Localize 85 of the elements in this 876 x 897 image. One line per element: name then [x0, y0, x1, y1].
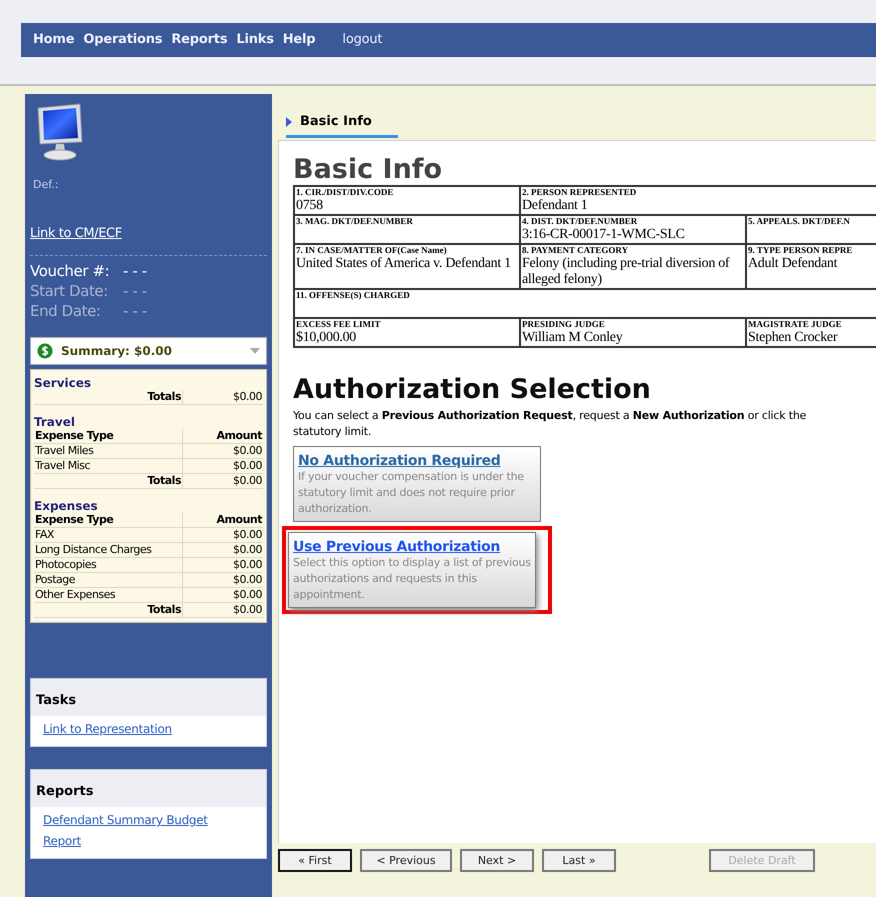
pager-button[interactable]: Next > [460, 849, 534, 872]
option-card[interactable]: No Authorization Required If your voucher compensation is under the statutory limit and does not require prior authorization. [293, 446, 541, 522]
field-label: MAGISTRATE JUDGE [748, 319, 843, 330]
voucher-label: Start Date: [30, 282, 109, 300]
field-label: 8. PAYMENT CATEGORY [522, 245, 630, 256]
table-cell: Long Distance Charges [34, 542, 182, 558]
field-value: $10,000.00 [296, 330, 358, 346]
field-value: 3:16-CR-00017-1-WMC-SLC [522, 227, 686, 243]
table-cell: $0.00 [182, 558, 263, 572]
defendant-label: Def.: [33, 178, 60, 191]
table-cell: $0.00 [182, 444, 263, 458]
voucher-value: - - - [123, 262, 147, 280]
section-heading: Authorization Selection [293, 374, 652, 406]
table-cell: $0.00 [182, 542, 263, 558]
logout-link[interactable]: logout [342, 32, 382, 47]
section-title: Services [34, 376, 92, 390]
field-label: PRESIDING JUDGE [522, 319, 606, 330]
summary-header[interactable]: Summary: $0.00 [30, 337, 267, 365]
section-title: Travel [34, 415, 76, 429]
table-cell: Postage [34, 572, 182, 588]
summary-title: Summary: $0.00 [61, 344, 173, 358]
cmecf-link[interactable]: Link to CM/ECF [30, 226, 122, 241]
field-label: 9. TYPE PERSON REPRE [748, 245, 854, 256]
voucher-value: - - - [123, 302, 147, 320]
pager-button[interactable]: < Previous [360, 849, 452, 872]
panel-link[interactable]: Defendant Summary Budget [43, 813, 208, 827]
option-link[interactable]: Use Previous Authorization [293, 539, 500, 555]
voucher-value: - - - [123, 282, 147, 300]
field-label: 11. OFFENSE(S) CHARGED [296, 290, 411, 301]
option-link[interactable]: No Authorization Required [298, 453, 501, 469]
field-value: 0758 [296, 198, 324, 214]
intro-text: You can select a Previous Authorization Request, request a New Authorization or click the statutory limit. [293, 408, 808, 440]
column-header: Expense Type [34, 513, 182, 528]
arrow-icon [286, 116, 292, 126]
nav-link[interactable]: Links [236, 32, 274, 47]
totals-label: Totals [34, 390, 182, 404]
pager-button[interactable]: Last » [542, 849, 616, 872]
totals-value: $0.00 [182, 474, 263, 488]
dollar-icon [37, 343, 53, 359]
section-heading: Basic Info [293, 155, 444, 185]
panel-link[interactable]: Report [43, 834, 81, 848]
nav-link[interactable]: Help [282, 32, 316, 47]
option-description: Select this option to display a list of previous authorizations and requests in this appointment. [293, 555, 531, 603]
column-header: Amount [182, 513, 263, 528]
panel-title: Reports [31, 770, 266, 807]
field-label: EXCESS FEE LIMIT [296, 319, 382, 330]
table-cell: Travel Miles [34, 444, 182, 458]
table-cell: Photocopies [34, 558, 182, 572]
voucher-label: End Date: [30, 302, 102, 320]
table-cell: $0.00 [182, 572, 263, 588]
pager-button[interactable]: « First [278, 849, 352, 872]
column-header: Expense Type [34, 429, 182, 444]
table-cell: FAX [34, 528, 182, 542]
section-title: Expenses [34, 499, 99, 513]
option-description: If your voucher compensation is under the statutory limit and does not require prior authorization. [298, 469, 525, 517]
totals-label: Totals [34, 602, 182, 618]
nav-link[interactable]: Operations [83, 32, 162, 47]
field-label: 3. MAG. DKT/DEF.NUMBER [296, 216, 414, 227]
table-cell: Travel Misc [34, 458, 182, 474]
field-value: Defendant 1 [522, 198, 589, 214]
field-value: William M Conley [522, 330, 624, 346]
table-cell: $0.00 [182, 588, 263, 602]
totals-value: $0.00 [182, 390, 263, 404]
caret-icon [250, 348, 260, 354]
table-cell: $0.00 [182, 458, 263, 474]
voucher-label: Voucher #: [30, 262, 110, 280]
field-value: Felony (including pre-trial diversion of alleged felony) [522, 256, 730, 288]
totals-value: $0.00 [182, 602, 263, 618]
field-value: Stephen Crocker [748, 330, 838, 346]
field-label: 7. IN CASE/MATTER OF(Case Name) [296, 245, 448, 256]
field-label: 2. PERSON REPRESENTED [522, 187, 638, 198]
field-value: United States of America v. Defendant 1 [296, 256, 512, 272]
totals-label: Totals [34, 474, 182, 488]
option-card[interactable]: Use Previous Authorization Select this option to display a list of previous authorizations and requests in this appointment. [288, 532, 536, 608]
field-value: Adult Defendant [748, 256, 838, 272]
nav-link[interactable]: Reports [171, 32, 228, 47]
nav-link[interactable]: Home [33, 32, 74, 47]
column-header: Amount [182, 429, 263, 444]
panel-title: Tasks [31, 679, 266, 716]
field-label: 1. CIR./DIST/DIV.CODE [296, 187, 394, 198]
panel-link[interactable]: Link to Representation [43, 722, 172, 736]
field-label: 5. APPEALS. DKT/DEF.N [748, 216, 851, 227]
table-cell: Other Expenses [34, 588, 182, 602]
field-label: 4. DIST. DKT/DEF.NUMBER [522, 216, 638, 227]
table-cell: $0.00 [182, 528, 263, 542]
